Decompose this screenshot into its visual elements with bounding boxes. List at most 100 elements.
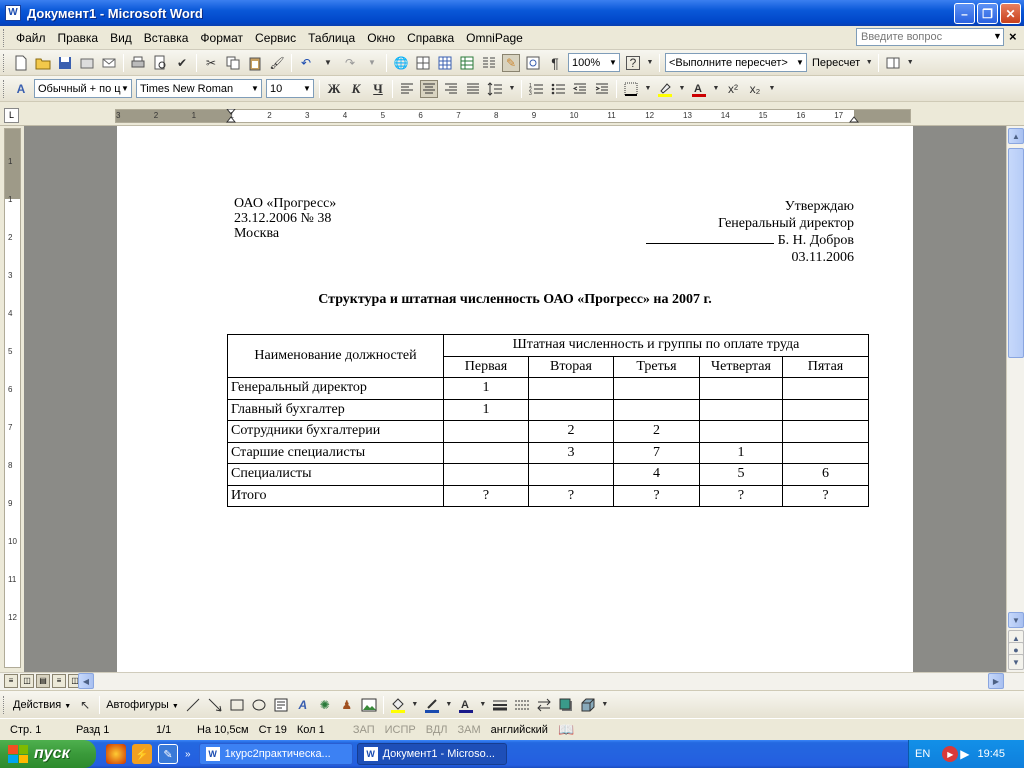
position-name-cell[interactable]: Главный бухгалтер [227, 398, 444, 421]
count-cell[interactable] [699, 377, 783, 400]
count-cell[interactable]: 1 [699, 441, 783, 464]
show-hide-button[interactable]: ¶ [546, 54, 564, 72]
taskbar-item-document-2[interactable]: W Документ1 - Microso... [356, 743, 507, 765]
status-extend-selection[interactable]: ВДЛ [421, 724, 453, 736]
menu-format[interactable]: Формат [194, 29, 249, 47]
col-header-group[interactable]: Пятая [782, 355, 869, 378]
font-color-button[interactable]: A [690, 80, 708, 98]
restore-button[interactable]: ❐ [977, 3, 998, 24]
toolbar-options[interactable]: ▼ [865, 54, 873, 72]
outline-view-button[interactable]: ≡ [52, 674, 66, 688]
col-header-group[interactable]: Четвертая [699, 355, 783, 378]
styles-pane-button[interactable]: A [12, 80, 30, 98]
document-canvas[interactable]: ОАО «Прогресс» 23.12.2006 № 38 Москва Ут… [24, 126, 1006, 672]
borders-dropdown[interactable]: ▼ [644, 80, 652, 98]
status-track-changes[interactable]: ИСПР [380, 724, 421, 736]
count-cell[interactable]: 2 [528, 420, 614, 443]
select-objects-button[interactable]: ↖ [76, 696, 94, 714]
align-right-button[interactable] [442, 80, 460, 98]
count-cell[interactable]: 5 [699, 463, 783, 486]
help-button[interactable]: ? [624, 54, 642, 72]
format-painter-button[interactable]: 🖌 [268, 54, 286, 72]
subscript-button[interactable]: x₂ [746, 80, 764, 98]
col-header-positions[interactable]: Наименование должностей [227, 334, 444, 378]
count-cell[interactable] [782, 441, 869, 464]
count-cell[interactable] [443, 441, 529, 464]
line-color-dropdown[interactable]: ▼ [445, 696, 453, 714]
title-bar[interactable]: W Документ1 - Microsoft Word – ❐ ✕ [0, 0, 1024, 26]
italic-button[interactable]: К [347, 80, 365, 98]
count-cell[interactable] [613, 377, 700, 400]
col-header-group[interactable]: Вторая [528, 355, 614, 378]
columns-button[interactable] [480, 54, 498, 72]
hyperlink-button[interactable]: 🌐 [392, 54, 410, 72]
word-app-icon[interactable]: W [5, 5, 21, 21]
line-color-button[interactable] [423, 696, 441, 714]
insert-excel-button[interactable] [458, 54, 476, 72]
redo-dropdown[interactable]: ▼ [363, 54, 381, 72]
count-cell[interactable]: 6 [782, 463, 869, 486]
minimize-button[interactable]: – [954, 3, 975, 24]
help-dropdown-icon[interactable]: ▼ [993, 31, 1002, 41]
menu-help[interactable]: Справка [401, 29, 460, 47]
superscript-button[interactable]: x² [724, 80, 742, 98]
count-cell[interactable]: 4 [613, 463, 700, 486]
help-dropdown[interactable]: ▼ [646, 54, 654, 72]
line-button[interactable] [184, 696, 202, 714]
position-name-cell[interactable]: Сотрудники бухгалтерии [227, 420, 444, 443]
horizontal-scrollbar[interactable]: ≡ ◫ ▤ ≡ ◫ ◀ ▶ [0, 672, 1024, 690]
arrow-button[interactable] [206, 696, 224, 714]
count-cell[interactable] [528, 398, 614, 421]
right-indent-marker[interactable] [849, 109, 859, 123]
drawing-button[interactable]: ✎ [502, 53, 520, 72]
horizontal-ruler[interactable]: 3 2 1 1 2 3 4 5 6 7 8 9 10 11 12 13 14 15 16 17 [115, 109, 911, 123]
count-cell[interactable]: 7 [613, 441, 700, 464]
document-map-button[interactable] [524, 54, 542, 72]
count-cell[interactable] [699, 420, 783, 443]
draw-actions-menu[interactable]: Действия ▼ [10, 699, 74, 711]
tables-borders-button[interactable] [414, 54, 432, 72]
redo-button[interactable]: ↷ [341, 54, 359, 72]
vertical-ruler[interactable]: 1 1 2 3 4 5 6 7 8 9 10 11 12 [4, 128, 21, 668]
save-button[interactable] [56, 54, 74, 72]
undo-button[interactable]: ↶ [297, 54, 315, 72]
count-cell[interactable]: 2 [613, 420, 700, 443]
text-box-button[interactable] [272, 696, 290, 714]
highlight-button[interactable] [656, 80, 674, 98]
new-document-button[interactable] [12, 54, 30, 72]
position-name-cell[interactable]: Генеральный директор [227, 377, 444, 400]
line-style-button[interactable] [491, 696, 509, 714]
autoshapes-menu[interactable]: Автофигуры ▼ [103, 699, 182, 711]
undo-dropdown[interactable]: ▼ [319, 54, 337, 72]
justify-button[interactable] [464, 80, 482, 98]
count-cell[interactable] [782, 420, 869, 443]
normal-view-button[interactable]: ≡ [4, 674, 18, 688]
print-preview-button[interactable] [151, 54, 169, 72]
scroll-up-button[interactable]: ▲ [1008, 128, 1024, 144]
insert-picture-button[interactable] [360, 696, 378, 714]
clip-art-button[interactable]: ♟ [338, 696, 356, 714]
position-name-cell[interactable]: Специалисты [227, 463, 444, 486]
field-dropdown[interactable]: <Выполните пересчет> ▼ [665, 53, 807, 72]
menu-window[interactable]: Окно [361, 29, 401, 47]
clock[interactable]: 19:45 [978, 748, 1006, 760]
fill-color-dropdown[interactable]: ▼ [411, 696, 419, 714]
numbering-button[interactable]: 123 [527, 80, 545, 98]
quicklaunch-browser-icon[interactable] [106, 744, 126, 764]
menu-file[interactable]: Файл [10, 29, 52, 47]
decrease-indent-button[interactable] [571, 80, 589, 98]
scroll-right-button[interactable]: ▶ [988, 673, 1004, 689]
vertical-scrollbar[interactable]: ▲ ▼ ▲ ● ▼ [1006, 126, 1024, 672]
count-cell[interactable] [528, 463, 614, 486]
zoom-select[interactable]: 100% ▼ [568, 53, 620, 72]
count-cell[interactable] [782, 377, 869, 400]
line-spacing-dropdown[interactable]: ▼ [508, 80, 516, 98]
toolbar-options[interactable]: ▼ [906, 54, 914, 72]
bold-button[interactable]: Ж [325, 80, 343, 98]
close-button[interactable]: ✕ [1000, 3, 1021, 24]
status-record-macro[interactable]: ЗАП [348, 724, 380, 736]
menu-tools[interactable]: Сервис [249, 29, 302, 47]
print-layout-view-button[interactable]: ▤ [36, 674, 50, 688]
toolbar-grip[interactable] [3, 53, 6, 72]
menu-edit[interactable]: Правка [52, 29, 105, 47]
